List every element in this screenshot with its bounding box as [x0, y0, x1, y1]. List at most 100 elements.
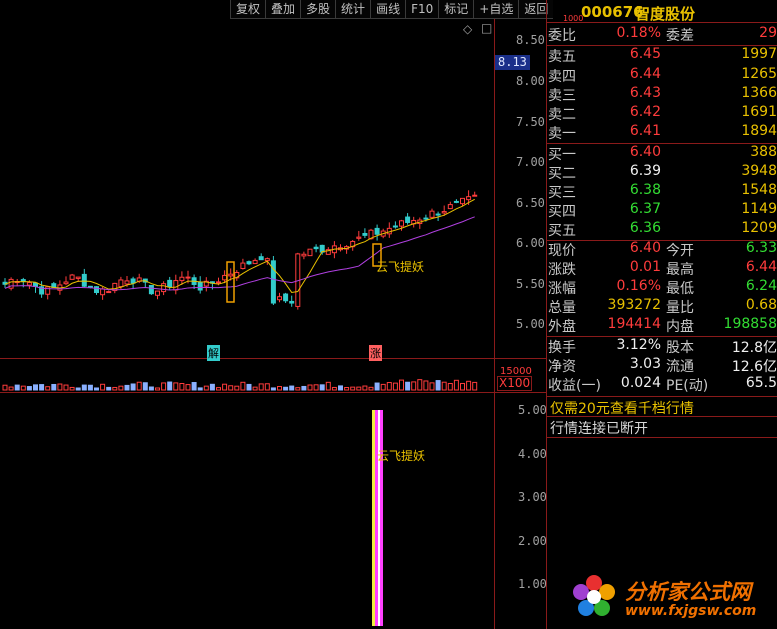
- candle-body: [453, 200, 459, 203]
- ma-line-short: [4, 198, 475, 293]
- stat-row-l2: 最低: [666, 281, 694, 297]
- ma-line-long: [4, 216, 475, 291]
- flower-logo-icon: [569, 572, 619, 622]
- volume-bar: [447, 382, 453, 391]
- price-tick: 7.00: [516, 155, 545, 169]
- candle-body: [472, 194, 478, 197]
- candle-body: [185, 276, 191, 279]
- volume-bar: [75, 387, 81, 391]
- stat-row-v2: 198858: [723, 316, 777, 332]
- candle-body: [155, 290, 160, 296]
- sell-level-1-price: 6.41: [629, 123, 661, 139]
- volume-bar: [350, 386, 356, 391]
- sell-level-1-label: 卖一: [548, 126, 576, 142]
- fund-row-v1: 3.03: [629, 356, 661, 372]
- candle-body: [466, 196, 472, 201]
- candle-body: [33, 282, 38, 287]
- volume-bar: [270, 387, 276, 391]
- fund-row-v2: 12.8亿: [731, 340, 777, 356]
- volume-bar: [380, 383, 386, 391]
- candle-body: [197, 281, 203, 291]
- price-tick: 5.00: [516, 317, 545, 331]
- volume-bar: [441, 381, 447, 391]
- candle-body: [289, 300, 295, 304]
- stat-row-v2: 6.24: [745, 278, 777, 294]
- volume-bar: [301, 385, 307, 391]
- kline-chart[interactable]: [0, 0, 494, 629]
- buy-level-3-label: 买三: [548, 185, 576, 201]
- sell-level-5-price: 6.45: [629, 46, 661, 62]
- candle-body: [106, 291, 112, 294]
- buy-level-2-vol: 3948: [741, 163, 777, 179]
- signal-label-price: 云飞提妖: [376, 260, 425, 274]
- volume-bar: [472, 381, 478, 391]
- volume-bar: [100, 383, 106, 391]
- volume-bar: [344, 387, 350, 391]
- volume-bar: [417, 379, 423, 391]
- volume-bar: [399, 379, 404, 391]
- indicator-tick: 1.00: [518, 577, 547, 591]
- toolbar-button-back[interactable]: 返回: [518, 0, 554, 19]
- volume-bar: [222, 383, 228, 391]
- candle-body: [447, 204, 453, 210]
- candle-body: [216, 281, 221, 284]
- buy-level-5: 买五 6.36 1209: [548, 220, 777, 240]
- buy-level-2-label: 买二: [548, 166, 576, 182]
- current-price-tag: 8.13: [495, 55, 530, 70]
- volume-bar: [155, 387, 160, 391]
- webi-value: 0.18%: [616, 25, 661, 41]
- volume-bar: [167, 381, 173, 391]
- stat-row-v2: 6.33: [745, 240, 777, 256]
- stat-row: 总量 393272 量比 0.68: [548, 297, 777, 317]
- price-tick: 8.50: [516, 33, 545, 47]
- sell-level-2-label: 卖二: [548, 107, 576, 123]
- candle-body: [100, 288, 106, 296]
- buy-level-3-vol: 1548: [741, 182, 777, 198]
- buy-level-5-vol: 1209: [741, 220, 777, 236]
- volume-bar: [331, 386, 337, 391]
- volume-bar: [130, 383, 136, 391]
- price-tick: 6.00: [516, 236, 545, 250]
- quote-separator: [547, 22, 777, 23]
- candle-body: [222, 274, 228, 281]
- volume-bar: [264, 383, 270, 391]
- buy-level-5-label: 买五: [548, 223, 576, 239]
- fund-row-l1: 换手: [548, 340, 576, 356]
- candle-body: [94, 286, 99, 294]
- marker-zhang: 涨: [369, 345, 382, 361]
- volume-bar: [356, 386, 362, 391]
- volume-bar: [81, 384, 87, 391]
- sell-level-5-label: 卖五: [548, 49, 576, 65]
- candle-body: [283, 293, 289, 302]
- promo-text[interactable]: 仅需20元查看千档行情: [550, 398, 694, 418]
- sell-level-4-label: 卖四: [548, 69, 576, 85]
- volume-bar: [411, 381, 417, 391]
- volume-bar: [203, 385, 209, 391]
- candle-body: [392, 225, 398, 228]
- sell-level-1-vol: 1894: [741, 123, 777, 139]
- candle-body: [75, 276, 81, 279]
- fund-row: 净资 3.03 流通 12.6亿: [548, 356, 777, 376]
- stat-row: 涨跌 0.01 最高 6.44: [548, 259, 777, 279]
- weicha-label: 委差: [666, 28, 694, 44]
- volume-bar: [283, 386, 289, 391]
- buy-level-1-price: 6.40: [629, 144, 661, 160]
- candle-body: [118, 279, 124, 288]
- fund-row-v1: 3.12%: [616, 337, 661, 353]
- stat-row-l2: 今开: [666, 243, 694, 259]
- candle-body: [435, 213, 441, 216]
- volume-bar: [179, 382, 185, 391]
- candle-body: [313, 246, 319, 250]
- stock-name: 智度股份: [635, 5, 696, 23]
- volume-bar: [20, 385, 26, 391]
- volume-bar: [94, 387, 99, 391]
- fund-row: 换手 3.12% 股本 12.8亿: [548, 337, 777, 357]
- candle-body: [45, 286, 51, 295]
- volume-bar: [386, 382, 392, 391]
- buy-level-5-price: 6.36: [629, 220, 661, 236]
- candle-body: [441, 211, 447, 214]
- buy-level-2: 买二 6.39 3948: [548, 163, 777, 183]
- stat-row-v1: 393272: [607, 297, 661, 313]
- indicator-bar-stripe: [380, 410, 383, 626]
- volume-bar: [124, 384, 130, 391]
